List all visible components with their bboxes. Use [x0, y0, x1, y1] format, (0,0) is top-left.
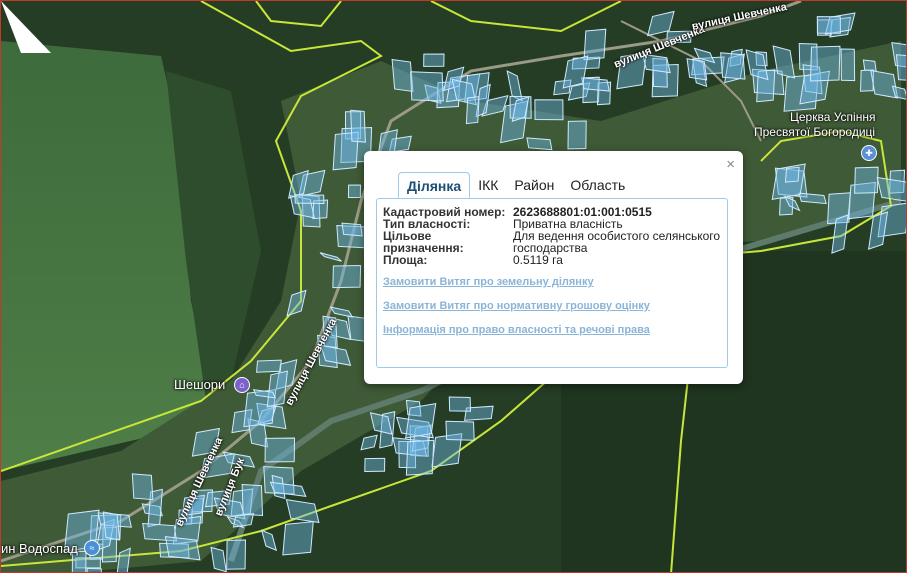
land-parcel[interactable]	[448, 396, 472, 412]
church-label: Церква Успіння	[790, 110, 876, 124]
tab-parcel[interactable]: Ділянка	[398, 172, 471, 198]
land-parcel[interactable]	[816, 16, 841, 34]
order-land-extract-link[interactable]: Замовити Витяг про земельну ділянку	[383, 276, 721, 288]
area-label: Площа:	[383, 253, 428, 267]
land-parcel[interactable]	[423, 53, 445, 67]
land-parcel[interactable]	[526, 137, 553, 151]
land-parcel[interactable]	[226, 539, 246, 570]
land-parcel[interactable]	[410, 71, 444, 102]
land-parcel[interactable]	[102, 511, 121, 541]
land-parcel[interactable]	[581, 77, 610, 92]
land-parcel[interactable]	[465, 96, 480, 125]
land-parcel[interactable]	[405, 439, 435, 476]
close-button[interactable]: ×	[726, 157, 735, 173]
land-parcel[interactable]	[870, 69, 899, 99]
parcel-info-popup: × Ділянка ІКК Район Область Кадастровий …	[364, 151, 743, 384]
museum-icon[interactable]: ⌂	[234, 377, 250, 393]
land-parcel[interactable]	[232, 513, 255, 528]
land-parcel[interactable]	[405, 403, 437, 439]
land-parcel[interactable]	[131, 473, 154, 501]
land-parcel[interactable]	[332, 264, 362, 289]
church-icon[interactable]: ✚	[861, 145, 877, 161]
land-parcel[interactable]	[534, 99, 564, 121]
land-parcel[interactable]	[350, 109, 366, 143]
parcel-info-panel: Кадастровий номер: 2623688801:01:001:051…	[376, 198, 728, 368]
land-parcel[interactable]	[264, 437, 296, 463]
land-parcel[interactable]	[567, 120, 587, 150]
order-valuation-extract-link[interactable]: Замовити Витяг про нормативну грошову оц…	[383, 300, 721, 312]
purpose-row: Цільове призначення: Для ведення особист…	[383, 230, 721, 254]
land-parcel[interactable]	[862, 59, 877, 72]
land-parcel[interactable]	[347, 184, 361, 199]
land-parcel[interactable]	[294, 194, 325, 204]
ownership-info-link[interactable]: Інформація про право власності та речові…	[383, 324, 721, 336]
tab-ikk[interactable]: ІКК	[470, 172, 506, 198]
land-parcel[interactable]	[810, 45, 841, 82]
area-value: 0.5119 га	[513, 253, 563, 267]
land-parcel[interactable]	[854, 166, 879, 194]
waterfall-icon[interactable]: ≈	[84, 540, 100, 556]
land-parcel[interactable]	[895, 54, 907, 82]
land-parcel[interactable]	[445, 420, 475, 441]
land-parcel[interactable]	[686, 58, 708, 81]
land-parcel[interactable]	[391, 58, 414, 93]
popup-pointer	[1, 1, 51, 53]
land-parcel[interactable]	[784, 166, 800, 183]
land-parcel[interactable]	[341, 222, 363, 237]
church-label-2: Пресвятої Богородиці	[754, 125, 876, 139]
land-parcel[interactable]	[256, 359, 282, 373]
tab-region[interactable]: Область	[562, 172, 633, 198]
land-parcel[interactable]	[241, 484, 264, 516]
village-label: Шешори	[174, 377, 226, 392]
land-parcel[interactable]	[164, 536, 201, 561]
waterfall-label: ин Водоспад	[1, 541, 78, 556]
purpose-value: Для ведення особистого селянського госпо…	[513, 229, 721, 255]
popup-links: Замовити Витяг про земельну ділянку Замо…	[383, 276, 721, 336]
popup-tabs: Ділянка ІКК Район Область	[398, 172, 633, 198]
purpose-label: Цільове призначення:	[383, 229, 464, 255]
satellite-map[interactable]: Шешори ⌂ Церква Успіння Пресвятої Богоро…	[0, 0, 907, 573]
land-parcel[interactable]	[840, 48, 856, 82]
land-parcel[interactable]	[720, 52, 746, 80]
land-parcel[interactable]	[583, 28, 607, 61]
land-parcel[interactable]	[282, 521, 314, 556]
land-parcel[interactable]	[86, 567, 102, 573]
area-row: Площа: 0.5119 га	[383, 254, 721, 266]
tab-district[interactable]: Район	[506, 172, 562, 198]
land-parcel[interactable]	[364, 457, 386, 472]
